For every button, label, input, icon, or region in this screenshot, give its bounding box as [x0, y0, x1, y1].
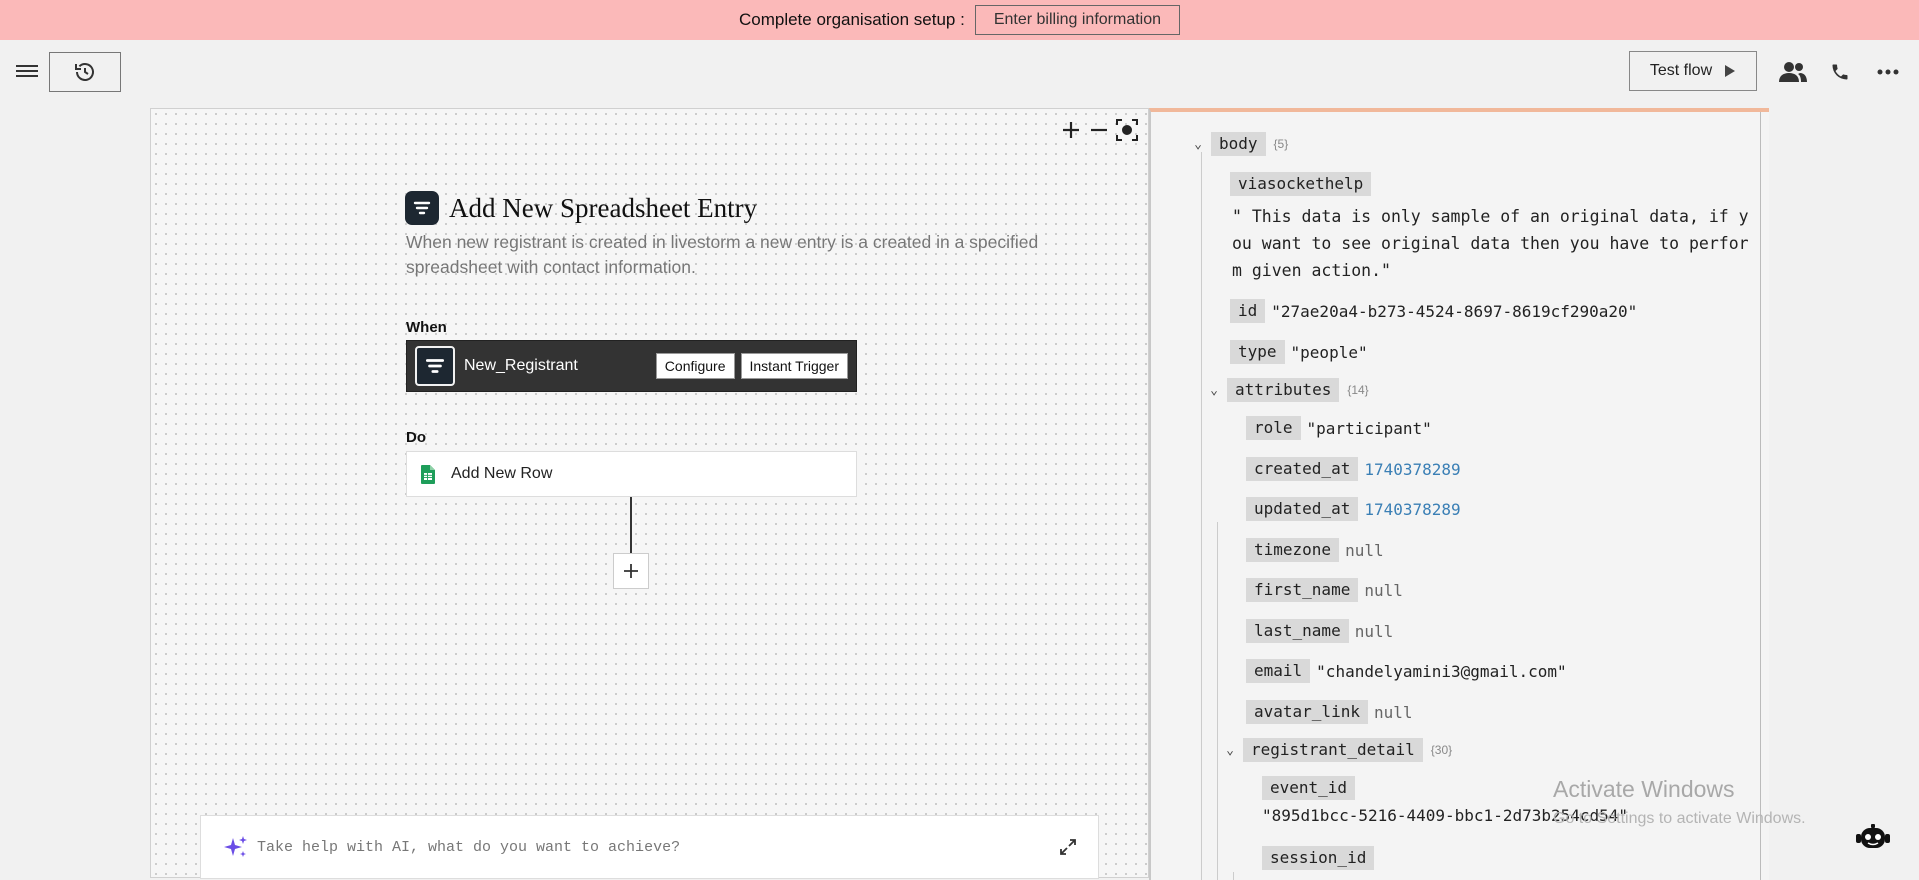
test-flow-button[interactable]: Test flow [1629, 51, 1757, 91]
plus-icon [624, 564, 638, 578]
trigger-name: New_Registrant [464, 357, 578, 374]
google-sheets-icon [421, 464, 435, 484]
json-node-email[interactable]: email "chandelyamini3@gmail.com" [1246, 659, 1567, 683]
flow-canvas[interactable]: Add New Spreadsheet Entry When new regis… [150, 108, 1149, 879]
livestorm-trigger-icon [415, 346, 455, 386]
do-label: Do [406, 429, 426, 446]
enter-billing-button[interactable]: Enter billing information [974, 5, 1181, 35]
play-icon [1725, 65, 1736, 77]
add-step-button[interactable] [613, 553, 649, 589]
fit-view-icon[interactable] [1116, 119, 1138, 141]
json-key-viasockethelp[interactable]: viasockethelp [1230, 172, 1372, 196]
json-key-event-id[interactable]: event_id [1262, 776, 1356, 800]
flow-title[interactable]: Add New Spreadsheet Entry [449, 193, 757, 224]
json-node-updated-at[interactable]: updated_at 1740378289 [1246, 497, 1461, 521]
zoom-in-icon[interactable] [1060, 119, 1082, 141]
phone-icon[interactable] [1826, 59, 1854, 85]
flow-title-group: Add New Spreadsheet Entry [405, 191, 757, 225]
users-icon[interactable] [1779, 59, 1807, 85]
flow-description[interactable]: When new registrant is created in livest… [406, 230, 1096, 280]
ai-help-bar [200, 815, 1099, 879]
chevron-down-icon[interactable]: ⌄ [1191, 137, 1205, 152]
json-node-first-name[interactable]: first_name null [1246, 578, 1403, 602]
test-flow-label: Test flow [1649, 62, 1713, 79]
configure-button[interactable]: Configure [655, 353, 735, 379]
action-card[interactable]: Add New Row [406, 451, 857, 497]
menu-icon[interactable] [16, 62, 38, 80]
json-node-id[interactable]: id "27ae20a4-b273-4524-8697-8619cf290a20… [1230, 299, 1637, 323]
trigger-card[interactable]: New_Registrant Configure Instant Trigger [406, 340, 857, 392]
when-label: When [406, 319, 447, 336]
json-node-avatar-link[interactable]: avatar_link null [1246, 700, 1413, 724]
zoom-controls [1060, 119, 1138, 141]
activate-windows-subtitle: Go to Settings to activate Windows. [1553, 810, 1806, 827]
toolbar: Test flow [0, 40, 1919, 106]
chevron-down-icon[interactable]: ⌄ [1223, 743, 1237, 758]
json-node-type[interactable]: type "people" [1230, 340, 1368, 364]
ai-prompt-input[interactable] [257, 838, 1052, 856]
livestorm-logo-icon [405, 191, 439, 225]
ai-sparkle-icon [224, 836, 247, 857]
json-node-registrant-detail[interactable]: ⌄ registrant_detail {30} [1223, 738, 1452, 762]
action-name: Add New Row [451, 465, 553, 482]
panel-scroll-track[interactable] [1760, 112, 1761, 880]
json-node-attributes[interactable]: ⌄ attributes {14} [1207, 378, 1369, 402]
json-node-timezone[interactable]: timezone null [1246, 538, 1384, 562]
zoom-out-icon[interactable] [1088, 119, 1110, 141]
history-button[interactable] [49, 52, 121, 92]
history-icon [75, 63, 94, 81]
setup-banner: Complete organisation setup : Enter bill… [0, 0, 1919, 40]
chevron-down-icon[interactable]: ⌄ [1207, 383, 1221, 398]
chatbot-icon[interactable] [1855, 823, 1891, 853]
activate-windows-title: Activate Windows [1553, 776, 1735, 802]
expand-icon[interactable] [1060, 839, 1076, 855]
instant-trigger-button[interactable]: Instant Trigger [740, 353, 848, 379]
sample-data-panel[interactable]: ⌄ body {5} viasockethelp " This data is … [1149, 108, 1769, 880]
json-node-last-name[interactable]: last_name null [1246, 619, 1393, 643]
flow-connector [630, 497, 632, 553]
more-options-icon[interactable] [1874, 59, 1902, 85]
json-node-created-at[interactable]: created_at 1740378289 [1246, 457, 1461, 481]
json-value-viasockethelp: " This data is only sample of an origina… [1232, 207, 1749, 280]
json-node-role[interactable]: role "participant" [1246, 416, 1432, 440]
banner-text: Complete organisation setup : [738, 10, 965, 29]
json-node-body[interactable]: ⌄ body {5} [1191, 132, 1288, 156]
json-key-session-id[interactable]: session_id [1262, 846, 1375, 870]
